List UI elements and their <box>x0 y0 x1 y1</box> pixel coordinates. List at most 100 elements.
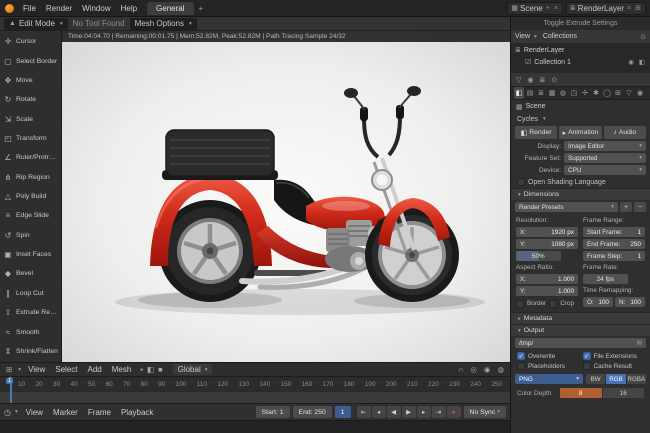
delete-view-layer-button[interactable]: × <box>626 5 632 12</box>
depth-8-button[interactable]: 8 <box>560 388 602 398</box>
output-section-header[interactable]: ▾ Output <box>511 324 650 336</box>
tool-loop-cut[interactable]: ∥Loop Cut <box>0 284 61 303</box>
viewport-menu-select[interactable]: Select <box>50 364 82 375</box>
viewport-menu-view[interactable]: View <box>23 364 50 375</box>
viewport-menu-add[interactable]: Add <box>83 364 107 375</box>
border-checkbox[interactable] <box>516 300 524 308</box>
add-workspace-button[interactable]: + <box>195 4 208 13</box>
new-scene-button[interactable]: + <box>545 5 551 12</box>
aspect-x-field[interactable]: X:1.000 <box>516 274 578 284</box>
add-preset-button[interactable]: + <box>620 202 632 212</box>
start-frame-input[interactable]: Start: 1 <box>256 406 290 418</box>
tool-rip-region[interactable]: ⋔Rip Region <box>0 168 61 187</box>
timeline-playhead[interactable]: 1 <box>10 377 12 403</box>
render-presets-selector[interactable]: Render Presets ▾ <box>515 202 618 212</box>
properties-tab-world[interactable]: ◍ <box>558 87 568 99</box>
properties-tab-output[interactable]: ▤ <box>525 87 535 99</box>
file-format-selector[interactable]: PNG ▾ <box>515 374 583 384</box>
sort-icon[interactable]: ≣ <box>540 76 546 84</box>
new-view-layer-button[interactable]: ⊞ <box>634 4 642 12</box>
crop-checkbox[interactable] <box>549 300 557 308</box>
search-icon[interactable]: ⊙ <box>551 76 557 84</box>
menu-render[interactable]: Render <box>41 3 77 14</box>
osl-checkbox[interactable] <box>517 178 525 186</box>
timeline-menu-playback[interactable]: Playback <box>116 407 158 418</box>
search-icon[interactable]: ⊙ <box>640 33 646 41</box>
tool-transform[interactable]: ◰Transform <box>0 129 61 148</box>
properties-tab-scene[interactable]: ▦ <box>547 87 557 99</box>
end-frame-field[interactable]: End Frame:250 <box>583 239 645 249</box>
tool-scale[interactable]: ⇲Scale <box>0 109 61 128</box>
viewport-menu-mesh[interactable]: Mesh <box>107 364 137 375</box>
render-animation-button[interactable]: ▸ Animation <box>559 126 601 139</box>
scene-selector[interactable]: ▦ Scene + × <box>507 2 563 15</box>
timeline-ruler-numbers[interactable]: 1 10203040506070809010011012013014015016… <box>0 376 510 391</box>
properties-tab-material[interactable]: ◉ <box>635 87 645 99</box>
mesh-options-button[interactable]: Mesh Options ▾ <box>130 18 197 30</box>
outliner-row-collection-1[interactable]: ☑Collection 1◉◧ <box>511 56 650 68</box>
blender-logo-icon[interactable] <box>5 4 14 13</box>
properties-tab-render[interactable]: ◧ <box>514 87 524 99</box>
checkbox-file-extensions[interactable]: ✓File Extensions <box>583 352 645 360</box>
properties-tab-modifiers[interactable]: ✢ <box>580 87 590 99</box>
auto-keyframe-button[interactable]: ● <box>447 406 461 418</box>
filter-icon[interactable]: ▽ <box>516 76 521 84</box>
properties-tab-object[interactable]: ◳ <box>569 87 579 99</box>
tool-cursor[interactable]: ✛Cursor <box>0 32 61 51</box>
resolution-percentage-field[interactable]: 50% <box>516 251 561 261</box>
render-button[interactable]: ◧ Render <box>515 126 557 139</box>
checkbox-overwrite[interactable]: ✓Overwrite <box>517 352 579 360</box>
dimensions-section-header[interactable]: ▾ Dimensions <box>511 188 650 200</box>
frame-step-field[interactable]: Frame Step:1 <box>583 251 645 261</box>
restrict-render-icon[interactable]: ◧ <box>638 58 646 66</box>
vertex-select-button[interactable]: ▪ <box>138 365 145 374</box>
tool-edge-slide[interactable]: ≡Edge Slide <box>0 206 61 225</box>
orientation-selector[interactable]: Global ▾ <box>173 364 213 375</box>
shading-sphere-icon[interactable]: ◍ <box>495 365 506 374</box>
restrict-view-icon[interactable]: ◉ <box>627 58 635 66</box>
delete-scene-button[interactable]: × <box>553 5 559 12</box>
tool-smooth[interactable]: ≈Smooth <box>0 322 61 341</box>
channel-bw-button[interactable]: BW <box>586 374 605 384</box>
properties-tab-object-data[interactable]: ▽ <box>624 87 634 99</box>
channel-rgba-button[interactable]: RGBA <box>627 374 646 384</box>
next-keyframe-button[interactable]: ▸ <box>417 406 431 418</box>
metadata-section-header[interactable]: ▸ Metadata <box>511 312 650 324</box>
channel-rgb-button[interactable]: RGB <box>606 374 625 384</box>
outliner-row-renderlayer[interactable]: ≣RenderLayer <box>511 44 650 56</box>
tool-extrude-region[interactable]: ⇧Extrude Region <box>0 303 61 322</box>
play-button[interactable]: ▶ <box>402 406 416 418</box>
resolution-x-field[interactable]: X:1920 px <box>516 227 578 237</box>
menu-file[interactable]: File <box>18 3 41 14</box>
timeline-menu-view[interactable]: View <box>21 407 48 418</box>
jump-to-start-button[interactable]: ⇤ <box>357 406 371 418</box>
tool-inset-faces[interactable]: ▣Inset Faces <box>0 245 61 264</box>
tool-rotate[interactable]: ↻Rotate <box>0 90 61 109</box>
remove-preset-button[interactable]: − <box>634 202 646 212</box>
current-frame-input[interactable]: 1 <box>335 406 351 418</box>
timeline-menu-marker[interactable]: Marker <box>48 407 83 418</box>
sync-mode-selector[interactable]: No Sync ▾ <box>464 406 506 418</box>
tool-bevel[interactable]: ◆Bevel <box>0 264 61 283</box>
timeline-track[interactable] <box>0 391 510 403</box>
properties-tab-constraints[interactable]: ⊞ <box>613 87 623 99</box>
prop-value-device[interactable]: CPU▾ <box>564 165 646 175</box>
tool-shrink-flatten[interactable]: ⇕Shrink/Flatten <box>0 342 61 361</box>
menu-window[interactable]: Window <box>77 3 115 14</box>
render-audio-button[interactable]: ♪ Audio <box>604 126 646 139</box>
edge-select-button[interactable]: ◧ <box>145 365 156 374</box>
aspect-y-field[interactable]: Y:1.000 <box>516 286 578 296</box>
prop-value-feature-set[interactable]: Supported▾ <box>564 153 646 163</box>
outliner-display-mode[interactable]: View ▾ <box>515 33 537 40</box>
output-path-input[interactable]: /tmp/ ▤ <box>515 338 646 348</box>
proportional-editing-icon[interactable]: ◎ <box>468 365 479 374</box>
outliner-collections-mode[interactable]: Collections <box>543 33 577 40</box>
resolution-y-field[interactable]: Y:1080 px <box>516 239 578 249</box>
tool-ruler-protractor[interactable]: ∠Ruler/Protractor <box>0 148 61 167</box>
tool-move[interactable]: ✥Move <box>0 71 61 90</box>
render-engine-selector[interactable]: Cycles ▾ <box>511 113 650 125</box>
properties-tab-particles[interactable]: ✱ <box>591 87 601 99</box>
mode-selector[interactable]: ▲ Edit Mode ▾ <box>4 18 68 30</box>
start-frame-field[interactable]: Start Frame:1 <box>583 227 645 237</box>
menu-help[interactable]: Help <box>116 3 142 14</box>
